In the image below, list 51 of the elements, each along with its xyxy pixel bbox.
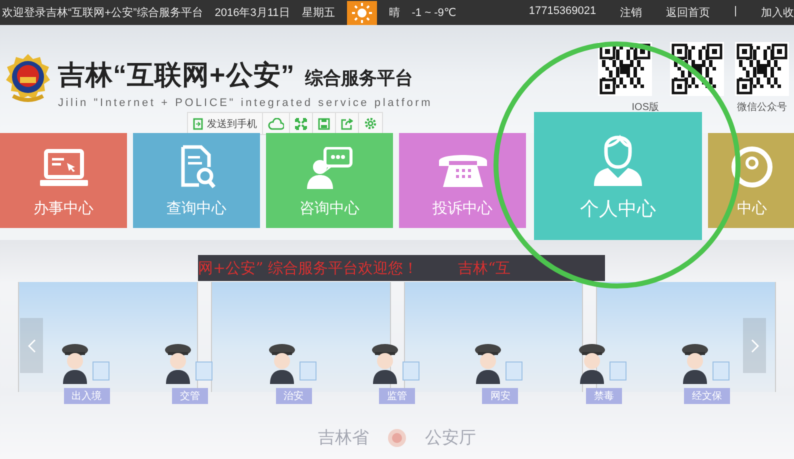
save-icon[interactable] — [318, 118, 330, 130]
emblem-icon — [387, 428, 407, 448]
chat-person-icon — [306, 147, 352, 189]
platform-subtitle: 综合服务平台 — [304, 67, 413, 90]
counter-label[interactable]: 网安 — [482, 388, 518, 404]
counter-label[interactable]: 出入境 — [64, 388, 110, 404]
chevron-right-icon — [750, 338, 758, 352]
counter-label[interactable]: 经文保 — [684, 388, 730, 404]
divider: | — [734, 5, 737, 19]
welcome-text: 欢迎登录吉林“互联网+公安”综合服务平台 — [2, 6, 203, 20]
weather-text: 晴 — [388, 6, 400, 20]
service-tile[interactable]: 中心 — [708, 133, 794, 228]
footer-text: 公安厅 — [425, 427, 476, 449]
chevron-left-icon — [28, 338, 36, 352]
sun-icon — [352, 2, 372, 22]
circle-icon — [730, 145, 774, 189]
banner-text: 吉林“互 — [458, 258, 511, 278]
favorite-link[interactable]: 加入收 — [761, 5, 794, 20]
banner-text: 网+公安” 综合服务平台欢迎您！ — [198, 258, 418, 278]
platform-title: 吉林“互联网+公安” — [58, 59, 295, 92]
counter-label[interactable]: 治安 — [276, 388, 312, 404]
top-link[interactable]: 注销 — [620, 5, 642, 20]
top-link[interactable]: 返回首页 — [666, 5, 710, 20]
weekday-text: 星期五 — [302, 6, 335, 20]
service-tile[interactable]: 投诉中心 — [399, 133, 526, 228]
qr-label: 微信公众号 — [737, 101, 787, 114]
service-tile[interactable]: 个人中心 — [534, 112, 702, 240]
service-tile[interactable]: 查询中心 — [133, 133, 260, 228]
phone-send-icon — [193, 118, 203, 130]
qr-code — [598, 42, 652, 96]
qr-label: IOS版 — [632, 101, 659, 114]
cloud-icon[interactable] — [268, 118, 284, 130]
platform-english-name: Jilin "Internet + POLICE" integrated service platform — [58, 97, 433, 109]
service-tile[interactable]: 咨询中心 — [266, 133, 393, 228]
previous-button[interactable] — [20, 318, 43, 373]
next-button[interactable] — [743, 318, 766, 373]
temperature-text: -1 ~ -9℃ — [412, 6, 456, 19]
counter-label[interactable]: 禁毒 — [586, 388, 622, 404]
police-emblem-icon — [3, 52, 53, 104]
expand-icon[interactable] — [295, 118, 307, 130]
service-tile[interactable]: 办事中心 — [0, 133, 127, 228]
counter-label[interactable]: 监管 — [378, 388, 415, 404]
qr-code — [735, 42, 789, 96]
share-icon[interactable] — [341, 118, 353, 130]
counter-label[interactable]: 交管 — [172, 388, 208, 404]
settings-icon[interactable] — [364, 117, 377, 130]
laptop-icon — [40, 149, 88, 189]
date-text: 2016年3月11日 — [214, 6, 290, 20]
top-link[interactable]: 17715369021 — [528, 5, 596, 20]
send-to-phone-button[interactable]: 发送到手机 — [188, 113, 262, 134]
footer-text: 吉林省 — [318, 427, 369, 449]
